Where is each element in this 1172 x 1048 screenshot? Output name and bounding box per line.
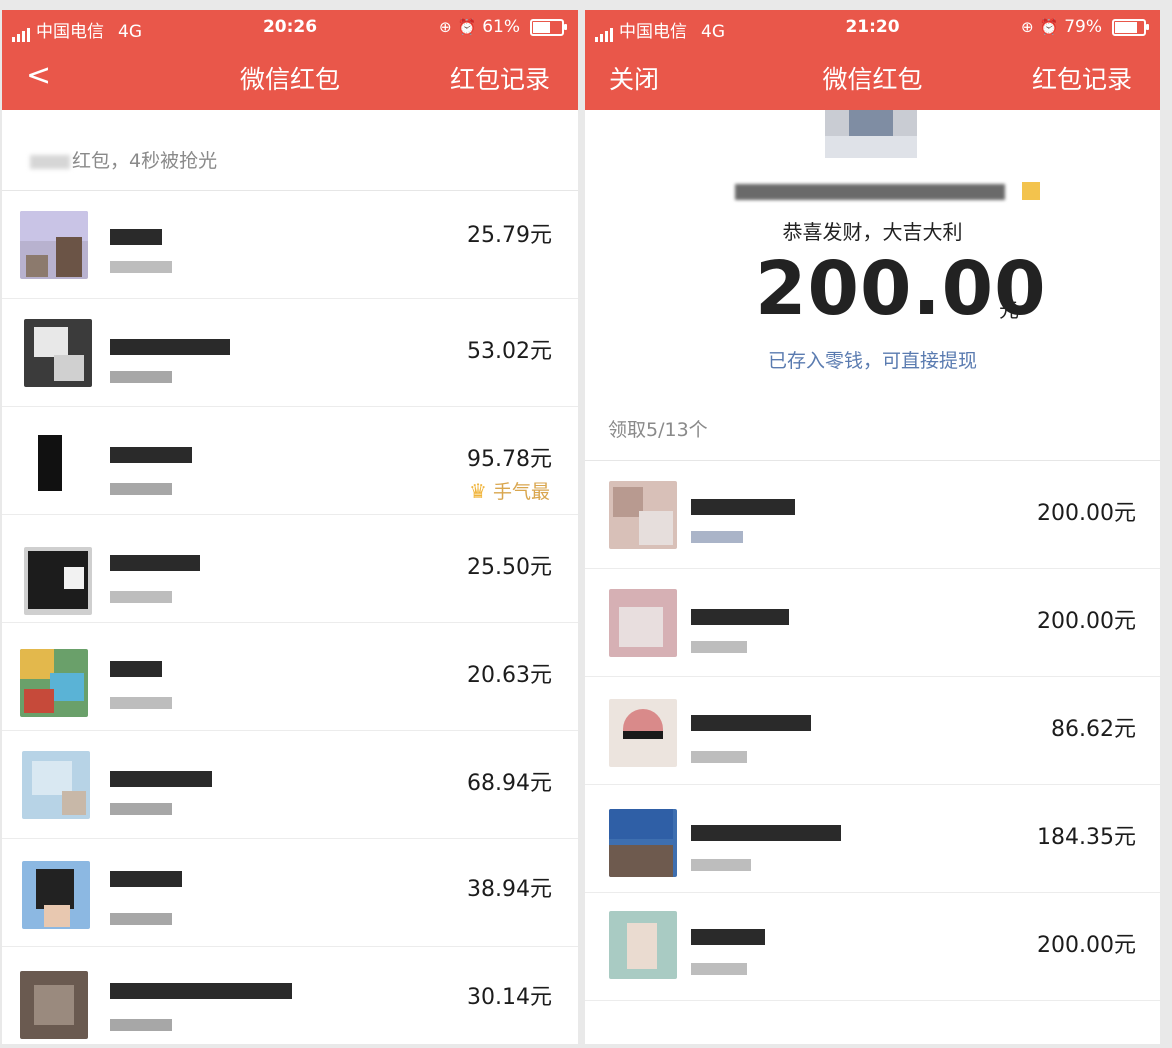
avatar: [609, 589, 677, 657]
list-item[interactable]: 95.78元 ♛ 手气最: [2, 407, 578, 515]
rotation-lock-icon: ⊕: [1020, 18, 1034, 36]
blurred-name: [691, 929, 765, 945]
amount: 200.00元: [1037, 609, 1136, 634]
blurred-name: [110, 555, 200, 571]
amount: 25.79元: [467, 223, 552, 248]
amount: 25.50元: [467, 555, 552, 580]
list-item[interactable]: 200.00元: [585, 461, 1160, 569]
alarm-icon: ⏰: [457, 18, 477, 36]
battery-icon: [530, 18, 567, 36]
records-link[interactable]: 红包记录: [1032, 60, 1132, 96]
blurred-time: [691, 859, 751, 871]
blurred-time: [110, 371, 172, 383]
phone-screen-left: 中国电信 4G 20:26 ⊕ ⏰ 61% < 微信红包 红包记录 红包，4秒被…: [2, 10, 578, 1044]
status-bar: 中国电信 4G 21:20 ⊕ ⏰ 79%: [585, 14, 1160, 42]
status-right: ⊕ ⏰ 79%: [1020, 17, 1149, 37]
avatar: [24, 319, 92, 387]
records-link[interactable]: 红包记录: [450, 60, 550, 96]
blurred-name: [110, 983, 292, 999]
blurred-time: [110, 697, 172, 709]
blurred-time: [691, 963, 747, 975]
alarm-icon: ⏰: [1039, 18, 1059, 36]
list-item[interactable]: 30.14元: [2, 947, 578, 1044]
luckiest-badge: ♛ 手气最: [469, 477, 550, 504]
blurred-name: [110, 771, 212, 787]
blurred-name: [110, 447, 192, 463]
list-item[interactable]: 53.02元: [2, 299, 578, 407]
sender-avatar: [825, 110, 917, 158]
amount: 38.94元: [467, 877, 552, 902]
status-bar: 中国电信 4G 20:26 ⊕ ⏰ 61%: [2, 14, 578, 42]
packet-summary: 红包，4秒被抢光: [2, 110, 578, 191]
crown-icon: ♛: [469, 478, 487, 503]
blurred-time: [110, 913, 172, 925]
status-right: ⊕ ⏰ 61%: [438, 17, 567, 37]
header: 中国电信 4G 20:26 ⊕ ⏰ 61% < 微信红包 红包记录: [2, 10, 578, 110]
rotation-lock-icon: ⊕: [438, 18, 452, 36]
avatar: [609, 809, 677, 877]
list-item[interactable]: 38.94元: [2, 839, 578, 947]
blurred-time: [691, 531, 743, 543]
blurred-time: [110, 483, 172, 495]
avatar: [20, 211, 88, 279]
list-item[interactable]: 20.63元: [2, 623, 578, 731]
list-item[interactable]: 25.50元: [2, 515, 578, 623]
blurred-time: [110, 1019, 172, 1031]
avatar: [20, 649, 88, 717]
nav-bar: 关闭 微信红包 红包记录: [585, 56, 1160, 96]
avatar: [22, 861, 90, 929]
avatar: [609, 911, 677, 979]
amount-unit: 元: [999, 298, 1019, 322]
sender-tag-icon: [1022, 182, 1040, 200]
phone-screen-right: 中国电信 4G 21:20 ⊕ ⏰ 79% 关闭 微信红包 红包记录 恭喜发财，…: [585, 10, 1160, 1044]
blurred-time: [691, 751, 747, 763]
amount: 53.02元: [467, 339, 552, 364]
blurred-name: [110, 229, 162, 245]
blurred-name: [691, 609, 789, 625]
blurred-time: [110, 803, 172, 815]
amount: 30.14元: [467, 985, 552, 1010]
blurred-name: [110, 339, 230, 355]
list-item[interactable]: 184.35元: [585, 785, 1160, 893]
blurred-sender-name: [735, 184, 1005, 200]
blurred-sender: [30, 155, 70, 169]
received-count: 领取5/13个: [585, 395, 1160, 461]
header: 中国电信 4G 21:20 ⊕ ⏰ 79% 关闭 微信红包 红包记录: [585, 10, 1160, 110]
nav-bar: < 微信红包 红包记录: [2, 56, 578, 96]
summary-text: 红包，4秒被抢光: [72, 150, 218, 172]
avatar: [609, 699, 677, 767]
blurred-name: [691, 825, 841, 841]
amount: 184.35元: [1037, 825, 1136, 850]
list-item[interactable]: 68.94元: [2, 731, 578, 839]
avatar: [24, 429, 92, 497]
amount: 20.63元: [467, 663, 552, 688]
blurred-time: [110, 261, 172, 273]
blurred-name: [110, 661, 162, 677]
avatar: [22, 751, 90, 819]
battery-icon: [1112, 18, 1149, 36]
list-item[interactable]: 86.62元: [585, 677, 1160, 785]
blurred-time: [110, 591, 172, 603]
luckiest-label: 手气最: [492, 481, 550, 503]
amount: 95.78元: [467, 447, 552, 472]
amount: 68.94元: [467, 771, 552, 796]
blurred-name: [691, 715, 811, 731]
blessing-text: 恭喜发财，大吉大利: [782, 220, 963, 244]
avatar: [24, 547, 92, 615]
list-item[interactable]: 200.00元: [585, 569, 1160, 677]
blurred-name: [110, 871, 182, 887]
battery-label: 79%: [1064, 17, 1102, 37]
received-count-label: 领取5/13个: [608, 419, 708, 441]
list-item[interactable]: 25.79元: [2, 191, 578, 299]
blurred-time: [691, 641, 747, 653]
wallet-note-link[interactable]: 已存入零钱，可直接提现: [585, 346, 1160, 373]
amount: 200.00元: [1037, 933, 1136, 958]
blurred-name: [691, 499, 795, 515]
avatar: [609, 481, 677, 549]
list-item[interactable]: 200.00元: [585, 893, 1160, 1001]
avatar: [20, 971, 88, 1039]
amount: 200.00元: [1037, 501, 1136, 526]
amount: 86.62元: [1051, 717, 1136, 742]
battery-label: 61%: [482, 17, 520, 37]
